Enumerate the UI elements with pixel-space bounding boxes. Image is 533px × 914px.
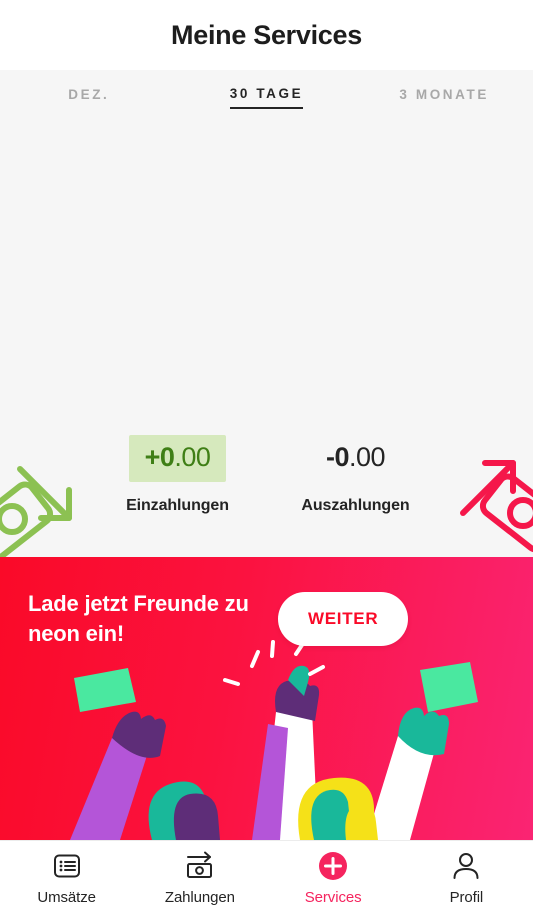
promo-text: Lade jetzt Freunde zu neon ein! (28, 591, 249, 647)
nav-item-services[interactable]: Services (267, 850, 400, 906)
outgoing-label: Auszahlungen (301, 497, 410, 514)
banknote-arrow-down-icon (0, 457, 84, 566)
outgoing-amount-major: -0 (325, 442, 350, 472)
summary-row: +0.00 Einzahlungen -0.00 Auszahlungen (0, 421, 533, 561)
incoming-amount: +0.00 (128, 435, 227, 482)
period-tabs: DEZ. 30 TAGE 3 MONATE (0, 70, 533, 128)
nav-item-profil[interactable]: Profil (400, 850, 533, 906)
nav-label-umsaetze: Umsätze (37, 888, 96, 906)
period-tab-3-monate[interactable]: 3 MONATE (355, 82, 533, 117)
incoming-amount-major: +0 (144, 442, 175, 472)
nav-item-umsaetze[interactable]: Umsätze (0, 850, 133, 906)
summary-incoming: +0.00 Einzahlungen (89, 435, 267, 515)
period-tab-3-monate-label: 3 MONATE (399, 86, 489, 102)
outgoing-amount: -0.00 (310, 435, 401, 482)
promo-content: Lade jetzt Freunde zu neon ein! WEITER (0, 557, 533, 650)
nav-label-services: Services (304, 888, 362, 906)
plus-circle-icon (318, 850, 348, 882)
promo-continue-button[interactable]: WEITER (278, 592, 409, 646)
period-tab-dez-label: DEZ. (68, 86, 110, 102)
nav-item-zahlungen[interactable]: Zahlungen (133, 850, 266, 906)
banknote-arrow-up-icon (451, 451, 533, 566)
person-icon (451, 850, 481, 882)
banknote-send-icon (184, 850, 216, 882)
bottom-navigation: Umsätze Zahlungen Services Profil (0, 840, 533, 914)
period-tab-30-tage[interactable]: 30 TAGE (178, 81, 356, 118)
incoming-amount-minor: .00 (174, 442, 211, 472)
promo-banner[interactable]: Lade jetzt Freunde zu neon ein! WEITER (0, 557, 533, 840)
balance-chart[interactable] (0, 128, 533, 421)
nav-label-profil: Profil (449, 888, 484, 906)
period-tab-dez[interactable]: DEZ. (0, 82, 178, 117)
celebration-illustration (70, 640, 478, 840)
outgoing-amount-minor: .00 (348, 442, 386, 472)
app-screen: Meine Services DEZ. 30 TAGE 3 MONATE +0.… (0, 0, 533, 914)
nav-label-zahlungen: Zahlungen (164, 888, 235, 906)
incoming-label: Einzahlungen (126, 497, 229, 514)
summary-outgoing: -0.00 Auszahlungen (267, 435, 445, 515)
page-title: Meine Services (171, 19, 362, 50)
period-tab-30-tage-label: 30 TAGE (229, 87, 304, 110)
header: Meine Services (0, 0, 533, 70)
list-icon (52, 850, 82, 882)
